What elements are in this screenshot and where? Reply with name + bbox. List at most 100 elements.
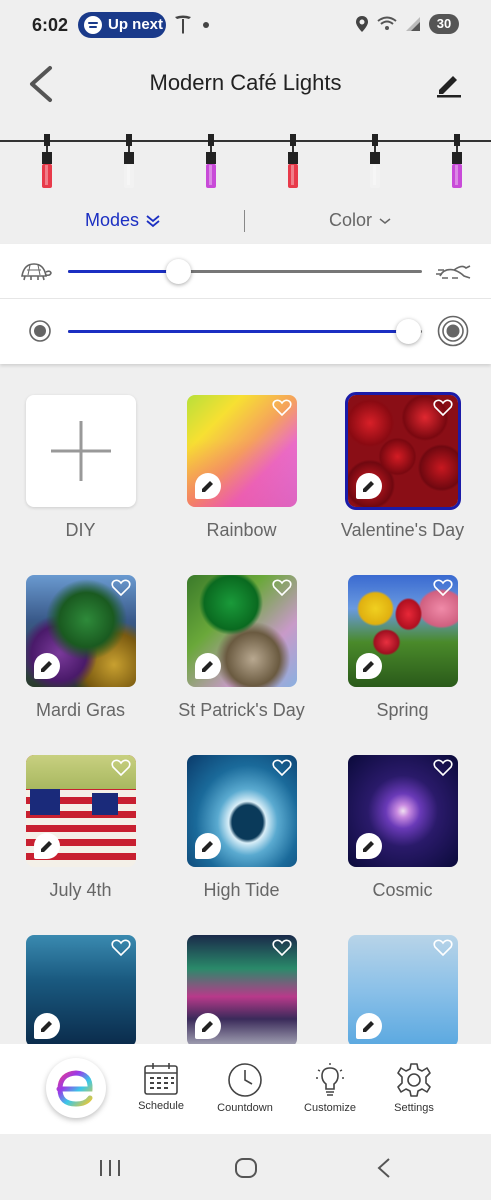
heart-icon[interactable] [433, 939, 453, 957]
mode-tile-ocean[interactable] [26, 935, 136, 1044]
dim-circle-icon [29, 320, 51, 342]
page-title: Modern Café Lights [149, 70, 342, 95]
nav-schedule[interactable]: Schedule [126, 1062, 196, 1112]
app-logo-button[interactable] [46, 1058, 106, 1118]
speed-slider-thumb[interactable] [165, 259, 191, 284]
wifi-icon [377, 16, 397, 30]
pencil-icon [363, 1021, 374, 1032]
pencil-icon [41, 661, 52, 672]
slider-panel [0, 244, 491, 364]
heart-icon[interactable] [272, 579, 292, 597]
mode-tile-st-patricks-day[interactable] [187, 575, 297, 687]
system-navigation-bar [0, 1134, 491, 1200]
turtle-icon [21, 263, 52, 281]
string-bulb [124, 134, 134, 188]
nav-settings-label: Settings [394, 1102, 434, 1114]
bottom-navigation: Schedule Countdown Customize Settings [0, 1044, 491, 1134]
lightbulb-icon [316, 1063, 344, 1096]
heart-icon[interactable] [433, 579, 453, 597]
mode-label-diy: DIY [65, 520, 96, 540]
mode-color-tabs: Modes Color [0, 200, 491, 242]
mode-label-st-patricks-day: St Patrick's Day [178, 700, 305, 720]
spotify-icon [84, 16, 102, 34]
media-pill[interactable]: Up next [78, 12, 166, 38]
heart-icon[interactable] [272, 939, 292, 957]
nav-countdown[interactable]: Countdown [210, 1062, 280, 1114]
heart-icon[interactable] [272, 399, 292, 417]
speed-slider-fill [68, 270, 178, 273]
modes-grid: DIY Rainbow Valentine's Day Mardi Gras S… [0, 364, 491, 1044]
battery-indicator: 30 [429, 14, 459, 34]
light-string-preview [0, 134, 491, 188]
mode-tile-valentines-day[interactable] [345, 392, 461, 510]
edit-mode-button[interactable] [356, 833, 382, 859]
edit-mode-button[interactable] [195, 833, 221, 859]
status-time: 6:02 [32, 15, 69, 35]
tesla-icon [175, 15, 191, 34]
mode-tile-high-tide[interactable] [187, 755, 297, 867]
mode-tile-diy[interactable] [26, 395, 136, 507]
recent-apps-icon[interactable] [98, 1158, 122, 1178]
string-bulb [42, 134, 52, 188]
nav-settings[interactable]: Settings [379, 1062, 449, 1114]
edit-mode-button[interactable] [195, 1013, 221, 1039]
mode-label-cosmic: Cosmic [372, 880, 433, 900]
edit-mode-button[interactable] [34, 653, 60, 679]
chevron-down-icon [379, 217, 391, 224]
home-icon[interactable] [234, 1157, 258, 1179]
edit-mode-button[interactable] [356, 653, 382, 679]
edit-mode-button[interactable] [34, 833, 60, 859]
pencil-icon [202, 481, 213, 492]
edit-mode-button[interactable] [195, 653, 221, 679]
edit-mode-button[interactable] [195, 473, 221, 499]
system-back-icon[interactable] [374, 1157, 394, 1179]
speed-slider[interactable] [68, 259, 422, 284]
edit-mode-button[interactable] [356, 1013, 382, 1039]
mode-tile-cosmic[interactable] [348, 755, 458, 867]
bright-circle-icon [437, 315, 469, 347]
pencil-icon [363, 661, 374, 672]
brightness-slider-thumb[interactable] [395, 319, 421, 344]
heart-icon[interactable] [111, 759, 131, 777]
mode-label-july-4th: July 4th [49, 880, 112, 900]
edit-mode-button[interactable] [356, 473, 382, 499]
string-bulb [370, 134, 380, 188]
heart-icon[interactable] [111, 579, 131, 597]
tab-modes[interactable]: Modes [85, 210, 161, 231]
pencil-icon [363, 841, 374, 852]
mode-label-mardi-gras: Mardi Gras [35, 700, 125, 720]
mode-label-rainbow: Rainbow [206, 520, 277, 540]
mode-tile-aurora[interactable] [187, 935, 297, 1044]
mode-label-spring: Spring [376, 700, 429, 720]
brightness-slider[interactable] [68, 319, 422, 344]
pencil-icon [202, 1021, 213, 1032]
clock-icon [228, 1063, 262, 1097]
mode-tile-spring[interactable] [348, 575, 458, 687]
heart-icon[interactable] [433, 759, 453, 777]
pencil-icon[interactable] [435, 70, 463, 98]
pencil-icon [363, 481, 374, 492]
nav-customize[interactable]: Customize [295, 1062, 365, 1114]
signal-icon [406, 17, 420, 31]
tab-color[interactable]: Color [329, 210, 392, 231]
nav-countdown-label: Countdown [217, 1102, 273, 1114]
heart-icon[interactable] [111, 939, 131, 957]
status-bar: 6:02 Up next 30 [0, 0, 491, 50]
rabbit-icon [436, 265, 471, 279]
mode-tile-ice[interactable] [348, 935, 458, 1044]
nav-schedule-label: Schedule [138, 1100, 184, 1112]
app-header: Modern Café Lights [0, 50, 491, 120]
tab-modes-label: Modes [85, 210, 140, 230]
mode-tile-july-4th[interactable] [26, 755, 136, 867]
gear-icon [397, 1063, 431, 1097]
heart-icon[interactable] [272, 759, 292, 777]
brightness-slider-fill [68, 330, 408, 333]
tab-color-label: Color [329, 210, 373, 230]
mode-tile-mardi-gras[interactable] [26, 575, 136, 687]
edit-mode-button[interactable] [34, 1013, 60, 1039]
calendar-icon [144, 1063, 178, 1095]
notification-dot [203, 22, 209, 28]
mode-tile-rainbow[interactable] [187, 395, 297, 507]
double-chevron-down-icon [146, 214, 160, 227]
heart-icon[interactable] [433, 399, 453, 417]
